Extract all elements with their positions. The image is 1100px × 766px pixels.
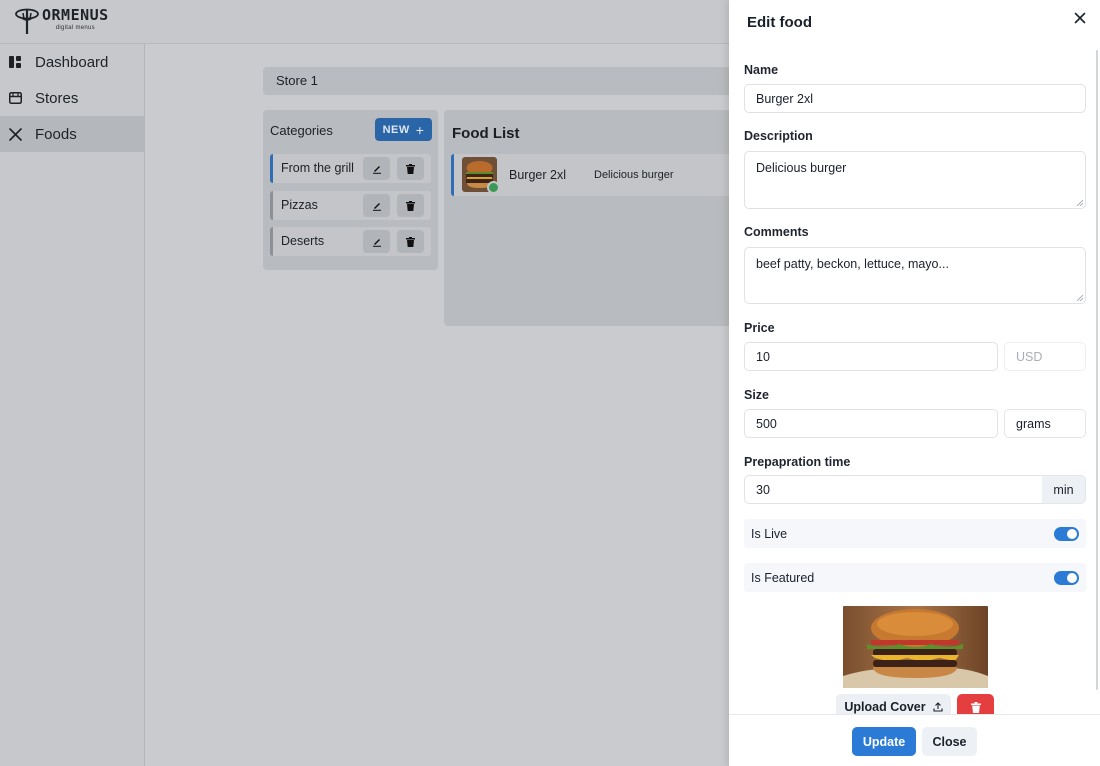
pencil-icon	[372, 238, 381, 247]
upload-icon	[933, 702, 943, 712]
toggle-knob	[1067, 529, 1077, 539]
edit-category-button[interactable]	[363, 230, 390, 253]
prep-time-unit: min	[1042, 475, 1086, 504]
sidebar-item-label: Dashboard	[35, 53, 109, 71]
new-category-label: NEW	[382, 123, 410, 136]
sidebar-item-stores[interactable]: Stores	[0, 80, 144, 116]
description-textarea[interactable]: Delicious burger	[744, 151, 1086, 209]
sidebar-item-foods[interactable]: Foods	[0, 116, 144, 152]
is-live-row: Is Live	[744, 519, 1086, 548]
sidebar: Dashboard Stores Foods	[0, 44, 145, 766]
pencil-icon	[372, 202, 381, 211]
close-button[interactable]: Close	[922, 727, 977, 756]
is-featured-label: Is Featured	[751, 571, 815, 585]
store-icon	[8, 91, 22, 105]
drawer-scrollbar[interactable]	[1096, 50, 1098, 690]
prep-time-input[interactable]: 30	[744, 475, 1043, 504]
update-label: Update	[862, 734, 906, 749]
prep-time-label: Prepapration time	[744, 455, 851, 469]
name-input[interactable]: Burger 2xl	[744, 84, 1086, 113]
store-name: Store 1	[276, 73, 318, 88]
close-label: Close	[932, 734, 967, 749]
utensils-icon	[8, 127, 22, 141]
drawer-footer: Update Close	[729, 714, 1100, 766]
category-item[interactable]: From the grill	[270, 154, 431, 183]
comments-value: beef patty, beckon, lettuce, mayo...	[756, 257, 949, 271]
size-value: 500	[756, 416, 777, 431]
update-button[interactable]: Update	[852, 727, 916, 756]
categories-panel: Categories NEW + From the grill Pizzas D…	[263, 110, 438, 270]
new-category-button[interactable]: NEW +	[375, 118, 432, 141]
trash-icon	[406, 163, 415, 174]
brand-name: ORMENUS	[42, 6, 109, 24]
pencil-icon	[372, 165, 381, 174]
is-featured-row: Is Featured	[744, 563, 1086, 592]
edit-food-drawer: Edit food Name Burger 2xl Description De…	[729, 0, 1100, 766]
close-icon[interactable]	[1073, 11, 1087, 25]
category-item[interactable]: Pizzas	[270, 191, 431, 220]
food-list-title: Food List	[452, 125, 520, 142]
size-unit-select[interactable]: grams	[1004, 409, 1086, 438]
upload-cover-label: Upload Cover	[844, 700, 926, 714]
trash-icon	[970, 701, 981, 713]
plus-icon: +	[415, 121, 425, 138]
brand-tagline: digital menus	[55, 25, 95, 31]
size-input[interactable]: 500	[744, 409, 998, 438]
brand-logo[interactable]: ORMENUS digital menus	[14, 6, 109, 36]
edit-category-button[interactable]	[363, 194, 390, 217]
trash-icon	[406, 200, 415, 211]
description-value: Delicious burger	[756, 161, 847, 175]
food-name: Burger 2xl	[509, 168, 566, 182]
food-list-item[interactable]: Burger 2xl Delicious burger	[451, 154, 734, 196]
resize-grip-icon[interactable]	[1077, 295, 1083, 301]
edit-category-button[interactable]	[363, 157, 390, 180]
size-unit-value: grams	[1016, 416, 1051, 431]
category-label: From the grill	[281, 161, 354, 175]
resize-grip-icon[interactable]	[1077, 200, 1083, 206]
size-label: Size	[744, 388, 770, 402]
live-status-dot	[487, 181, 500, 194]
category-label: Deserts	[281, 234, 325, 248]
is-live-toggle[interactable]	[1054, 527, 1079, 541]
drawer-title: Edit food	[747, 14, 812, 31]
comments-textarea[interactable]: beef patty, beckon, lettuce, mayo...	[744, 247, 1086, 304]
toggle-knob	[1067, 573, 1077, 583]
name-label: Name	[744, 63, 779, 77]
price-label: Price	[744, 321, 775, 335]
cover-image	[843, 606, 988, 688]
prep-time-unit-value: min	[1053, 482, 1074, 497]
sidebar-item-label: Stores	[35, 89, 79, 107]
category-item[interactable]: Deserts	[270, 227, 431, 256]
comments-label: Comments	[744, 225, 809, 239]
sidebar-item-label: Foods	[35, 125, 77, 143]
store-selector[interactable]: Store 1	[263, 67, 733, 95]
name-value: Burger 2xl	[756, 91, 813, 106]
sidebar-item-dashboard[interactable]: Dashboard	[0, 44, 144, 80]
food-list-panel: Food List Burger 2xl Delicious burger	[444, 110, 734, 326]
price-input[interactable]: 10	[744, 342, 998, 371]
delete-category-button[interactable]	[397, 194, 424, 217]
dashboard-icon	[8, 55, 22, 69]
delete-category-button[interactable]	[397, 230, 424, 253]
is-featured-toggle[interactable]	[1054, 571, 1079, 585]
trash-icon	[406, 236, 415, 247]
food-description: Delicious burger	[594, 169, 674, 181]
price-value: 10	[756, 349, 770, 364]
description-label: Description	[744, 129, 813, 143]
categories-heading: Categories	[270, 123, 333, 138]
currency-select[interactable]: USD	[1004, 342, 1086, 371]
category-label: Pizzas	[281, 198, 318, 212]
delete-category-button[interactable]	[397, 157, 424, 180]
fork-logo-icon	[15, 8, 39, 34]
prep-time-value: 30	[756, 482, 770, 497]
is-live-label: Is Live	[751, 527, 788, 541]
currency-value: USD	[1016, 349, 1043, 364]
